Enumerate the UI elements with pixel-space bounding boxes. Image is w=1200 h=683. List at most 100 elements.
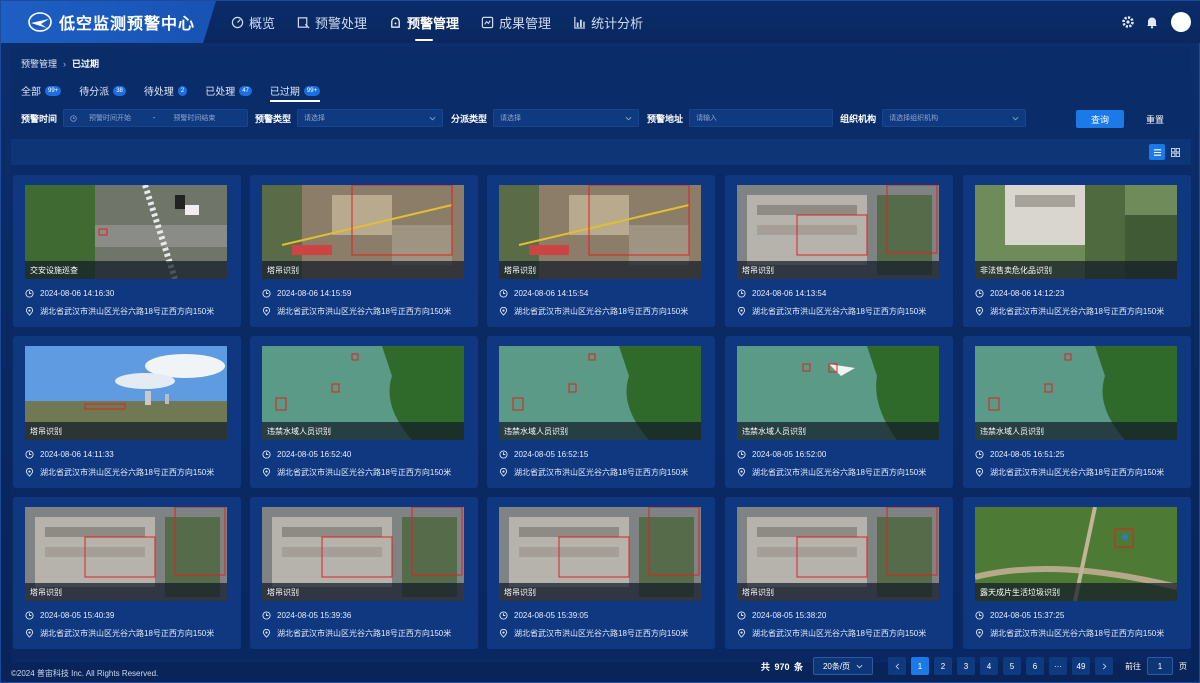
time-range-picker[interactable]: 预警时间开始 - 预警时间结束 xyxy=(63,109,249,127)
alert-time-text: 2024-08-06 14:15:59 xyxy=(277,288,352,298)
alert-card[interactable]: 违禁水域人员识别 2024-08-05 16:52:15 湖北省武汉市洪山区光谷六路… xyxy=(487,336,715,488)
nav-result-manage[interactable]: 成果管理 xyxy=(473,1,559,43)
prev-page-button[interactable] xyxy=(888,657,906,675)
logo[interactable]: 低空监测预警中心 xyxy=(1,1,216,43)
tab-all[interactable]: 全部 99+ xyxy=(21,83,62,102)
chevron-down-icon xyxy=(625,116,632,120)
page-button[interactable]: 5 xyxy=(1003,657,1021,675)
tab-badge: 99+ xyxy=(45,85,62,96)
alert-thumbnail[interactable]: 塔吊识别 xyxy=(25,507,227,601)
tab-label: 已过期 xyxy=(269,87,300,98)
page-button[interactable]: 2 xyxy=(934,657,952,675)
location-icon xyxy=(975,628,984,638)
location-icon xyxy=(499,306,508,316)
alert-time: 2024-08-05 16:52:40 xyxy=(262,448,466,460)
alert-address: 湖北省武汉市洪山区光谷六路18号正西方向150米 xyxy=(25,305,229,317)
nav-alert-manage[interactable]: 预警管理 xyxy=(381,1,467,43)
alert-card[interactable]: 违禁水域人员识别 2024-08-05 16:52:00 湖北省武汉市洪山区光谷六路… xyxy=(725,336,953,488)
tab-badge: 99+ xyxy=(303,85,321,96)
nav-label: 预警管理 xyxy=(407,15,460,31)
view-toolbar xyxy=(11,139,1191,165)
tab-expired[interactable]: 已过期 99+ xyxy=(269,83,321,102)
query-button[interactable]: 查询 xyxy=(1076,110,1124,128)
list-view-button[interactable] xyxy=(1149,144,1165,160)
alert-card[interactable]: 塔吊识别 2024-08-05 15:40:39 湖北省武汉市洪山区光谷六路18号正… xyxy=(13,497,241,649)
page-size-select[interactable]: 20条/页 xyxy=(813,657,873,675)
org-select[interactable]: 请选择组织机构 xyxy=(882,109,1027,127)
alert-address: 湖北省武汉市洪山区光谷六路18号正西方向150米 xyxy=(499,627,703,639)
gear-icon[interactable] xyxy=(1121,15,1135,29)
alert-thumbnail[interactable]: 塔吊识别 xyxy=(499,185,701,279)
alert-thumbnail[interactable]: 塔吊识别 xyxy=(737,507,939,601)
alert-thumbnail[interactable]: 塔吊识别 xyxy=(262,507,464,601)
avatar[interactable] xyxy=(1171,12,1191,32)
alert-thumbnail[interactable]: 违禁水域人员识别 xyxy=(262,346,464,440)
alert-card[interactable]: 违禁水域人员识别 2024-08-05 16:51:25 湖北省武汉市洪山区光谷六路… xyxy=(963,336,1191,488)
clock-icon xyxy=(499,449,508,459)
alert-thumbnail[interactable]: 违禁水域人员识别 xyxy=(499,346,701,440)
tab-label: 待分派 xyxy=(79,87,110,98)
time-end-input[interactable]: 预警时间结束 xyxy=(173,113,215,123)
page-button[interactable]: 1 xyxy=(911,657,929,675)
alert-card[interactable]: 违禁水域人员识别 2024-08-05 16:52:40 湖北省武汉市洪山区光谷六路… xyxy=(250,336,478,488)
page-button[interactable]: 6 xyxy=(1026,657,1044,675)
alert-card[interactable]: 非法售卖危化品识别 2024-08-06 14:12:23 湖北省武汉市洪山区光谷六… xyxy=(963,175,1191,327)
alert-card[interactable]: 塔吊识别 2024-08-06 14:15:54 湖北省武汉市洪山区光谷六路18号正… xyxy=(487,175,715,327)
nav-statistics[interactable]: 统计分析 xyxy=(565,1,651,43)
tab-pending-dispatch[interactable]: 待分派 38 xyxy=(79,83,126,102)
bell-icon[interactable] xyxy=(1145,15,1159,29)
alert-thumbnail[interactable]: 交安设施巡查 xyxy=(25,185,227,279)
address-input[interactable]: 请输入 xyxy=(689,109,834,127)
alert-card[interactable]: 塔吊识别 2024-08-06 14:11:33 湖北省武汉市洪山区光谷六路18号正… xyxy=(13,336,241,488)
tab-badge: 38 xyxy=(113,85,126,96)
tab-pending-handle[interactable]: 待处理 2 xyxy=(144,83,188,102)
alert-thumbnail[interactable]: 塔吊识别 xyxy=(499,507,701,601)
alert-thumbnail[interactable]: 非法售卖危化品识别 xyxy=(975,185,1177,279)
time-start-input[interactable]: 预警时间开始 xyxy=(89,113,131,123)
nav-alert-handle[interactable]: 预警处理 xyxy=(289,1,375,43)
alert-card[interactable]: 交安设施巡查 2024-08-06 14:16:30 湖北省武汉市洪山区光谷六路18… xyxy=(13,175,241,327)
alert-card[interactable]: 塔吊识别 2024-08-05 15:39:36 湖北省武汉市洪山区光谷六路18号正… xyxy=(250,497,478,649)
grid-view-button[interactable] xyxy=(1167,144,1183,160)
alert-address-text: 湖北省武汉市洪山区光谷六路18号正西方向150米 xyxy=(514,467,689,477)
alert-thumbnail[interactable]: 塔吊识别 xyxy=(262,185,464,279)
alert-type-select[interactable]: 请选择 xyxy=(297,109,444,127)
alert-card[interactable]: 塔吊识别 2024-08-06 14:15:59 湖北省武汉市洪山区光谷六路18号正… xyxy=(250,175,478,327)
tab-handled[interactable]: 已处理 47 xyxy=(205,83,252,102)
dispatch-type-select[interactable]: 请选择 xyxy=(493,109,640,127)
alert-card[interactable]: 塔吊识别 2024-08-05 15:39:05 湖北省武汉市洪山区光谷六路18号正… xyxy=(487,497,715,649)
filter-type-label: 预警类型 xyxy=(255,113,292,124)
alert-thumbnail[interactable]: 露天成片生活垃圾识别 xyxy=(975,507,1177,601)
alert-address-text: 湖北省武汉市洪山区光谷六路18号正西方向150米 xyxy=(514,628,689,638)
list-icon xyxy=(1153,148,1161,156)
alert-time-text: 2024-08-05 16:52:40 xyxy=(277,449,352,459)
alert-card[interactable]: 露天成片生活垃圾识别 2024-08-05 15:37:25 湖北省武汉市洪山区光谷… xyxy=(963,497,1191,649)
page-button[interactable]: 49 xyxy=(1072,657,1090,675)
goto-page-input[interactable]: 1 xyxy=(1147,657,1173,675)
alert-thumbnail[interactable]: 塔吊识别 xyxy=(737,185,939,279)
alert-time-text: 2024-08-05 15:38:20 xyxy=(752,610,827,620)
location-icon xyxy=(737,628,746,638)
alert-type-label: 违禁水域人员识别 xyxy=(499,422,701,440)
next-page-button[interactable] xyxy=(1095,657,1113,675)
reset-button[interactable]: 重置 xyxy=(1134,110,1176,128)
clock-icon xyxy=(975,449,984,459)
alert-thumbnail[interactable]: 违禁水域人员识别 xyxy=(737,346,939,440)
alert-type-label: 违禁水域人员识别 xyxy=(262,422,464,440)
status-tabs: 全部 99+ 待分派 38 待处理 2 已处理 47 已过期 99+ xyxy=(21,83,338,102)
page-button[interactable]: 4 xyxy=(980,657,998,675)
nav-overview[interactable]: 概览 xyxy=(223,1,283,43)
filter-org-label: 组织机构 xyxy=(840,113,877,124)
alert-thumbnail[interactable]: 塔吊识别 xyxy=(25,346,227,440)
alert-address: 湖北省武汉市洪山区光谷六路18号正西方向150米 xyxy=(975,466,1179,478)
page-button[interactable]: 3 xyxy=(957,657,975,675)
drone-logo-icon xyxy=(28,12,52,32)
alert-thumbnail[interactable]: 违禁水域人员识别 xyxy=(975,346,1177,440)
page-ellipsis-button[interactable]: ··· xyxy=(1049,657,1067,675)
alert-card[interactable]: 塔吊识别 2024-08-05 15:38:20 湖北省武汉市洪山区光谷六路18号正… xyxy=(725,497,953,649)
alert-address: 湖北省武汉市洪山区光谷六路18号正西方向150米 xyxy=(25,466,229,478)
alert-card[interactable]: 塔吊识别 2024-08-06 14:13:54 湖北省武汉市洪山区光谷六路18号正… xyxy=(725,175,953,327)
view-toggle xyxy=(1147,144,1183,160)
chevron-right-icon xyxy=(1102,663,1106,669)
breadcrumb-parent[interactable]: 预警管理 xyxy=(21,57,57,70)
